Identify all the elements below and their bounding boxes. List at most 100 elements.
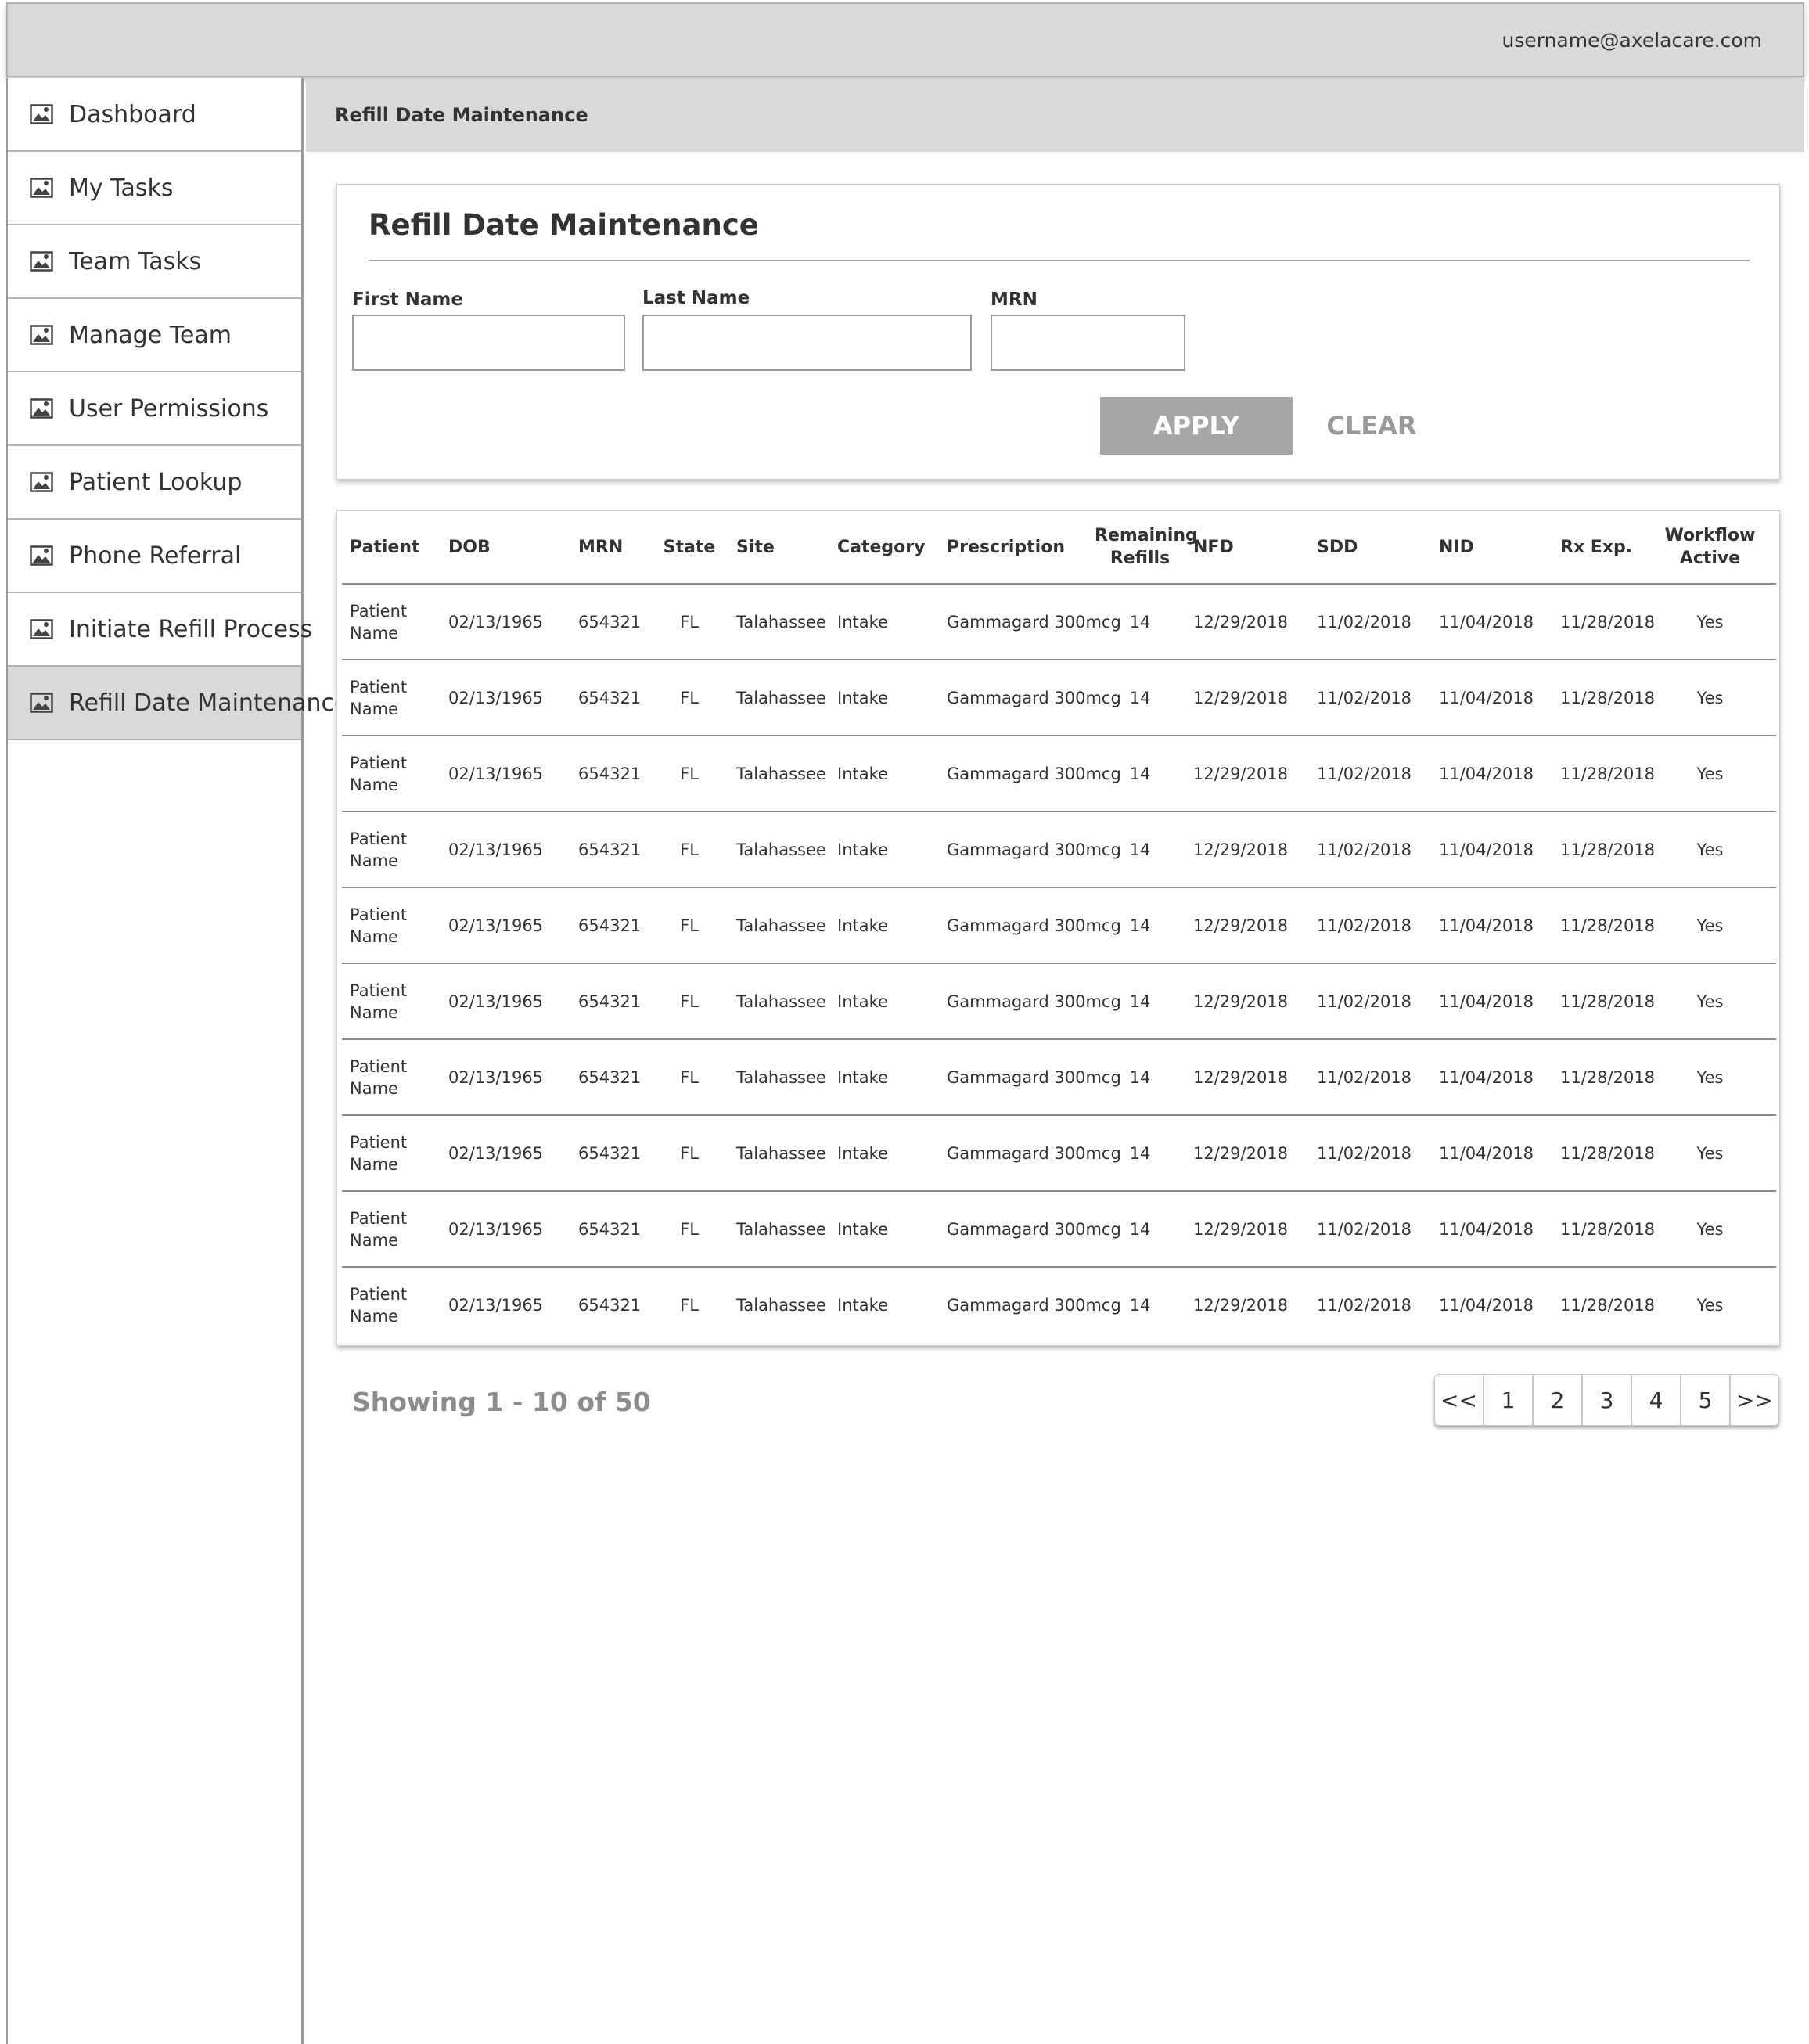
table-cell: Talahassee — [728, 1115, 829, 1192]
table-cell: Intake — [829, 963, 939, 1040]
table-cell: 654321 — [570, 963, 650, 1040]
page-1-button[interactable]: 1 — [1484, 1374, 1533, 1426]
table-cell: 11/28/2018 — [1552, 584, 1655, 660]
table-cell: Patient Name — [342, 1039, 441, 1116]
table-row[interactable]: Patient Name 02/13/1965 654321 FL Talahassee… — [342, 584, 1776, 660]
column-header[interactable]: Remaining Refills — [1095, 511, 1198, 585]
sidebar-item-phone-referral[interactable]: Phone Referral — [8, 520, 301, 593]
page-5-button[interactable]: 5 — [1681, 1374, 1730, 1426]
column-header[interactable]: Rx Exp. — [1552, 511, 1644, 585]
table-cell: 11/04/2018 — [1431, 1191, 1552, 1268]
table-cell: 02/13/1965 — [441, 1039, 570, 1116]
sidebar-item-my-tasks[interactable]: My Tasks — [8, 152, 301, 225]
filter-panel: Refill Date Maintenance First Name Last … — [336, 184, 1780, 480]
last-name-input[interactable] — [642, 315, 972, 371]
column-header[interactable]: Category — [829, 511, 939, 585]
table-cell: Gammagard 300mcg — [939, 1039, 1121, 1116]
table-cell: Patient Name — [342, 1191, 441, 1268]
table-row[interactable]: Patient Name 02/13/1965 654321 FL Talahassee… — [342, 811, 1776, 888]
table-cell: Patient Name — [342, 584, 441, 660]
page-title: Refill Date Maintenance — [369, 208, 759, 242]
page-first-button[interactable]: << — [1434, 1374, 1484, 1426]
page-last-button[interactable]: >> — [1730, 1374, 1779, 1426]
sidebar-item-team-tasks[interactable]: Team Tasks — [8, 225, 301, 299]
sidebar-item-patient-lookup[interactable]: Patient Lookup — [8, 446, 301, 520]
table-cell: 11/28/2018 — [1552, 1039, 1655, 1116]
column-header[interactable]: SDD — [1309, 511, 1431, 585]
column-header[interactable]: NFD — [1185, 511, 1309, 585]
first-name-label: First Name — [352, 290, 463, 310]
sidebar-item-label: Dashboard — [69, 100, 196, 128]
mrn-input[interactable] — [991, 315, 1185, 371]
table-cell: 12/29/2018 — [1185, 1115, 1309, 1192]
table-cell: 02/13/1965 — [441, 736, 570, 812]
table-cell: 11/04/2018 — [1431, 1115, 1552, 1192]
table-cell: 12/29/2018 — [1185, 736, 1309, 812]
user-email[interactable]: username@axelacare.com — [1502, 29, 1763, 52]
table-row[interactable]: Patient Name 02/13/1965 654321 FL Talahassee… — [342, 1191, 1776, 1268]
table-row[interactable]: Patient Name 02/13/1965 654321 FL Talahassee… — [342, 887, 1776, 964]
table-cell: Yes — [1644, 660, 1776, 736]
table-cell: Gammagard 300mcg — [939, 1115, 1121, 1192]
sidebar-item-manage-team[interactable]: Manage Team — [8, 299, 301, 372]
sidebar-item-refill-date-maintenance[interactable]: Refill Date Maintenance — [8, 667, 349, 740]
table-cell: 11/28/2018 — [1552, 660, 1655, 736]
table-cell: 11/28/2018 — [1552, 736, 1655, 812]
page-2-button[interactable]: 2 — [1533, 1374, 1582, 1426]
table-row[interactable]: Patient Name 02/13/1965 654321 FL Talahassee… — [342, 963, 1776, 1040]
apply-button[interactable]: APPLY — [1100, 397, 1293, 455]
table-row[interactable]: Patient Name 02/13/1965 654321 FL Talahassee… — [342, 660, 1776, 736]
table-cell: 11/02/2018 — [1309, 1039, 1431, 1116]
table-cell: 02/13/1965 — [441, 1115, 570, 1192]
table-cell: Patient Name — [342, 660, 441, 736]
table-cell: 11/02/2018 — [1309, 660, 1431, 736]
sidebar-item-initiate-refill-process[interactable]: Initiate Refill Process — [8, 593, 312, 667]
column-header[interactable]: Site — [728, 511, 829, 585]
column-header[interactable]: Prescription — [939, 511, 1095, 585]
table-cell: 654321 — [570, 887, 650, 964]
table-cell: 11/02/2018 — [1309, 736, 1431, 812]
table-row[interactable]: Patient Name 02/13/1965 654321 FL Talahassee… — [342, 1115, 1776, 1192]
breadcrumb-bar: Refill Date Maintenance — [306, 78, 1804, 152]
table-cell: Yes — [1644, 1191, 1776, 1268]
table-cell: 12/29/2018 — [1185, 584, 1309, 660]
table-cell: Gammagard 300mcg — [939, 660, 1121, 736]
page-3-button[interactable]: 3 — [1582, 1374, 1631, 1426]
table-cell: 12/29/2018 — [1185, 1039, 1309, 1116]
clear-button[interactable]: CLEAR — [1325, 397, 1419, 455]
table-cell: Yes — [1644, 887, 1776, 964]
table-cell: 654321 — [578, 1295, 642, 1315]
table-cell: Yes — [1644, 963, 1776, 1040]
table-cell: Intake — [829, 811, 939, 888]
table-cell: Yes — [1644, 1115, 1776, 1192]
table-cell: 654321 — [570, 1039, 650, 1116]
table-cell: 11/28/2018 — [1552, 1191, 1655, 1268]
page-4-button[interactable]: 4 — [1631, 1374, 1681, 1426]
column-header[interactable]: Patient — [342, 511, 441, 585]
column-header[interactable]: NID — [1431, 511, 1552, 585]
table-cell: Talahassee — [728, 660, 829, 736]
table-cell: FL — [680, 1295, 699, 1315]
sidebar-item-user-permissions[interactable]: User Permissions — [8, 372, 301, 446]
image-icon — [30, 693, 53, 713]
table-row[interactable]: Patient Name 02/13/1965 654321 FL Talahassee… — [342, 736, 1776, 812]
sidebar-item-dashboard[interactable]: Dashboard — [8, 78, 301, 152]
table-cell: 11/28/2018 — [1560, 1295, 1656, 1315]
table-cell: Gammagard 300mcg — [939, 811, 1121, 888]
table-row[interactable]: Patient Name 02/13/1965 654321 FL Talahassee… — [342, 1267, 1776, 1342]
table-cell: Patient Name — [342, 963, 441, 1040]
table-row[interactable]: Patient Name 02/13/1965 654321 FL Talahassee… — [342, 1039, 1776, 1116]
column-header[interactable]: DOB — [441, 511, 570, 585]
table-cell: 11/04/2018 — [1439, 1295, 1534, 1315]
column-header[interactable]: State — [650, 511, 728, 585]
table-cell: Talahassee — [728, 584, 829, 660]
table-cell: Patient Name — [342, 1115, 441, 1192]
first-name-input[interactable] — [352, 315, 625, 371]
table-cell: Talahassee — [728, 811, 829, 888]
table-cell: 11/04/2018 — [1431, 660, 1552, 736]
table-cell: FL — [650, 811, 728, 888]
column-header[interactable]: Workflow Active — [1644, 511, 1776, 585]
column-header[interactable]: MRN — [570, 511, 650, 585]
table-cell: 12/29/2018 — [1193, 1295, 1289, 1315]
results-table: Patient DOB MRN State Site Category Prescripti… — [342, 511, 1776, 1342]
